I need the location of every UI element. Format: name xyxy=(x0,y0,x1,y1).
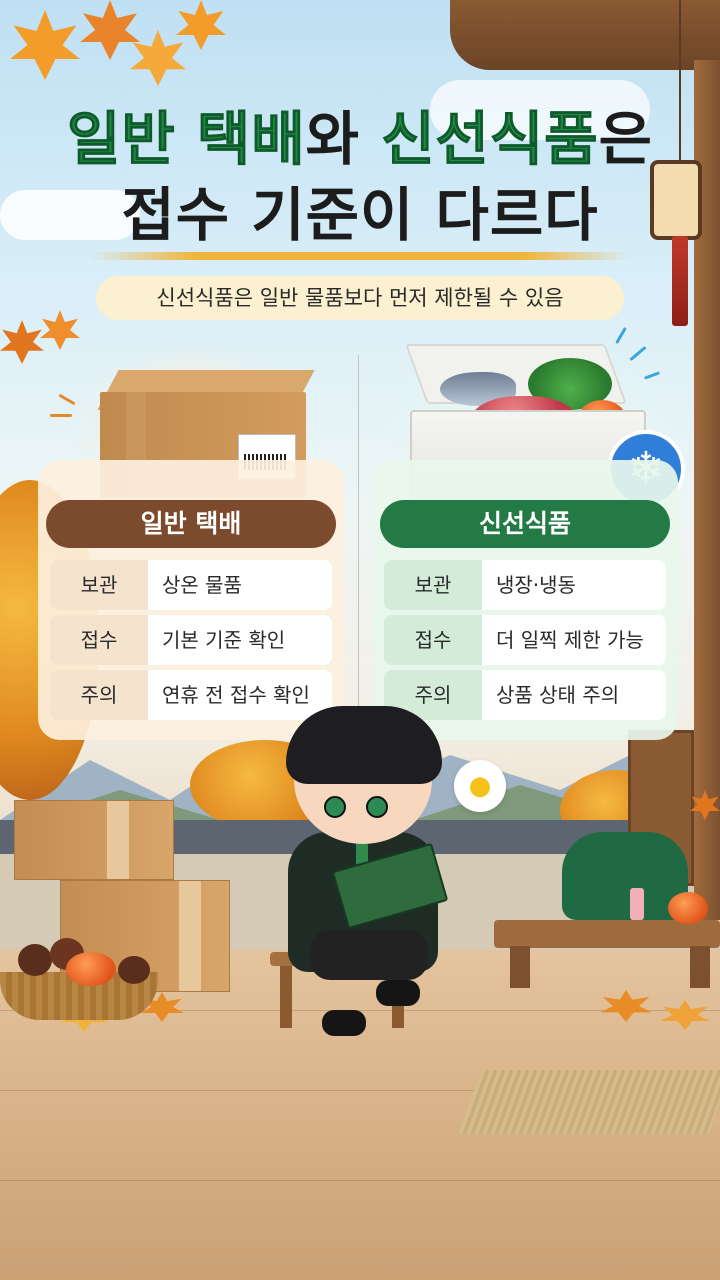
row-value: 연휴 전 접수 확인 xyxy=(162,683,310,707)
lightbulb-icon: ● xyxy=(454,760,506,812)
wooden-bench xyxy=(494,920,720,948)
parcel-box xyxy=(14,800,174,880)
headline-general-parcel: 일반 택배 xyxy=(66,105,306,174)
row-key: 보관 xyxy=(50,560,148,610)
shoe-icon xyxy=(376,980,420,1006)
headline-line-2: 접수 기준이 다르다 xyxy=(121,181,599,249)
maple-leaf-icon xyxy=(176,0,226,50)
fresh-food-panel: 신선식품 보관 냉장·냉동 접수 더 일찍 제한 가능 주의 상품 상태 주의 xyxy=(372,460,678,740)
row-key: 보관 xyxy=(384,560,482,610)
maple-leaf-icon xyxy=(10,10,80,80)
table-row: 접수 더 일찍 제한 가능 xyxy=(384,615,666,665)
maple-leaf-icon xyxy=(80,0,140,60)
chestnut-icon xyxy=(18,944,52,976)
subtitle-pill: 신선식품은 일반 물품보다 먼저 제한될 수 있음 xyxy=(96,276,624,320)
straw-mat xyxy=(458,1070,720,1134)
table-row: 보관 냉장·냉동 xyxy=(384,560,666,610)
headline-line-1: 일반 택배와 신선식품은 xyxy=(0,104,720,174)
table-row: 주의 연휴 전 접수 확인 xyxy=(50,670,332,720)
row-key: 접수 xyxy=(384,615,482,665)
row-value: 기본 기준 확인 xyxy=(162,628,286,652)
persimmon-icon xyxy=(66,952,116,986)
headline-underline xyxy=(90,252,630,260)
table-row: 보관 상온 물품 xyxy=(50,560,332,610)
eye-icon xyxy=(366,796,388,818)
headline-connector: 와 xyxy=(305,105,382,173)
fresh-food-title: 신선식품 xyxy=(380,500,670,548)
headline-fresh-food: 신선식품 xyxy=(381,105,599,174)
row-value: 상품 상태 주의 xyxy=(496,683,620,707)
chestnut-icon xyxy=(118,956,150,984)
headline-particle: 은 xyxy=(598,105,654,173)
maple-leaf-icon xyxy=(0,320,44,364)
row-value: 상온 물품 xyxy=(162,573,242,597)
panel-divider xyxy=(358,355,359,735)
table-row: 접수 기본 기준 확인 xyxy=(50,615,332,665)
maple-leaf-icon xyxy=(40,310,80,350)
row-value: 냉장·냉동 xyxy=(496,573,576,597)
shoe-icon xyxy=(322,1010,366,1036)
maple-leaf-icon xyxy=(130,30,186,86)
general-parcel-panel: 일반 택배 보관 상온 물품 접수 기본 기준 확인 주의 연휴 전 접수 확인 xyxy=(38,460,344,740)
row-value: 더 일찍 제한 가능 xyxy=(496,628,644,652)
persimmon-icon xyxy=(668,892,708,924)
row-key: 주의 xyxy=(50,670,148,720)
character-hair xyxy=(286,706,442,784)
eye-icon xyxy=(324,796,346,818)
row-key: 접수 xyxy=(50,615,148,665)
norigae-icon xyxy=(630,888,644,920)
table-row: 주의 상품 상태 주의 xyxy=(384,670,666,720)
general-parcel-title: 일반 택배 xyxy=(46,500,336,548)
character-legs xyxy=(310,930,428,980)
